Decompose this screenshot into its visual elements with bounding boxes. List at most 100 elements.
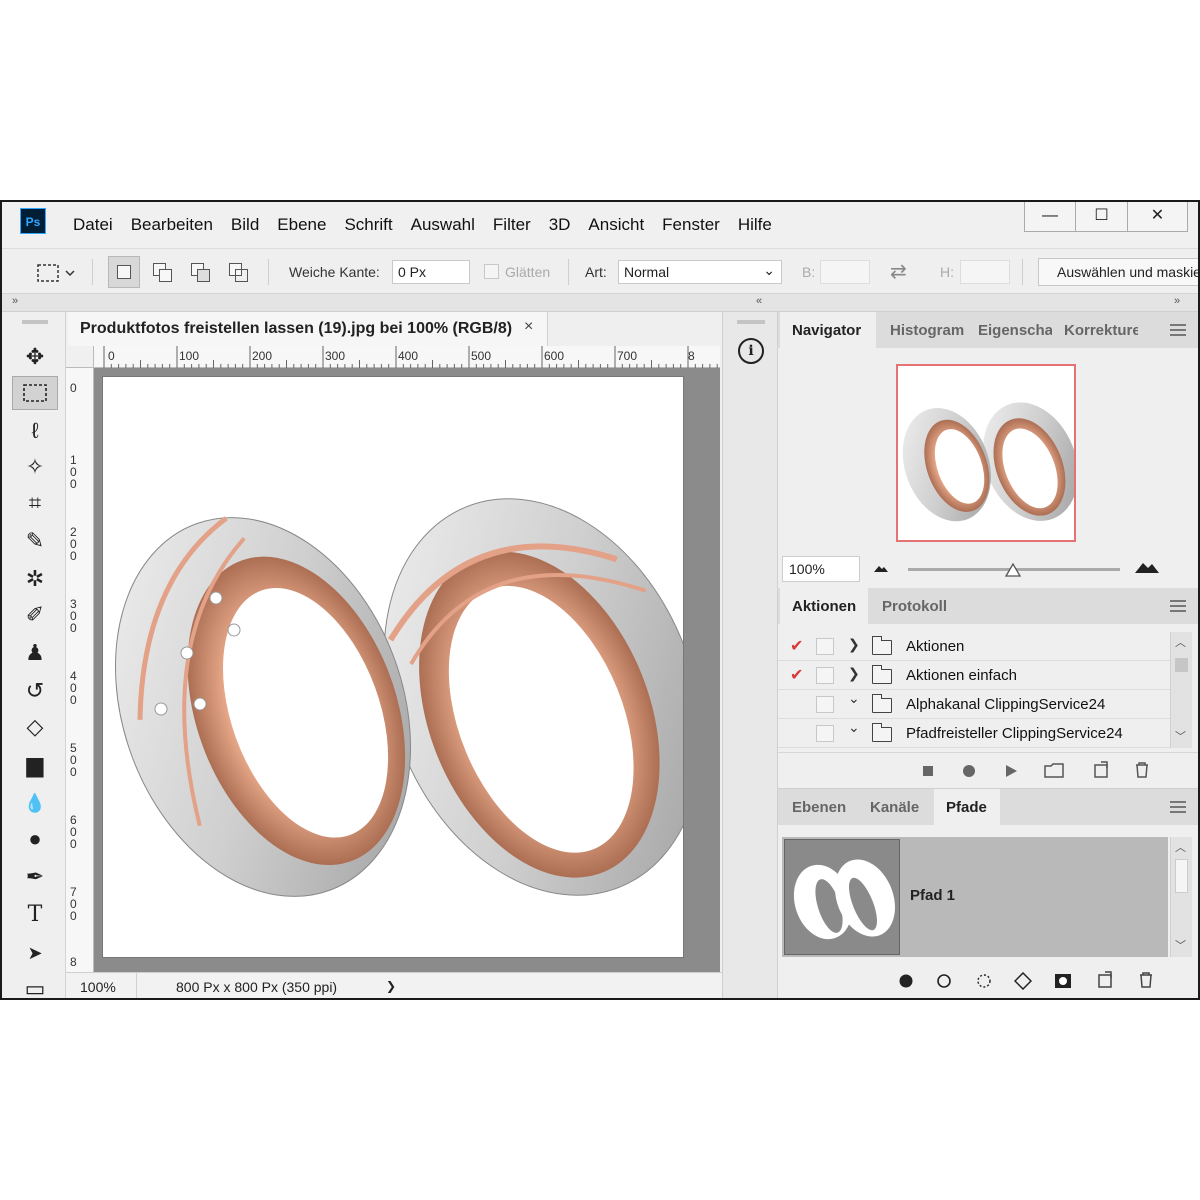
zoom-level[interactable]: 100% — [80, 979, 116, 995]
magic-wand-tool-icon[interactable]: ✧ — [12, 450, 58, 484]
stop-icon[interactable] — [922, 765, 934, 777]
info-icon[interactable]: i — [738, 338, 764, 364]
select-and-mask-button[interactable]: Auswählen und maskieren... — [1038, 258, 1198, 286]
marquee-preset-picker[interactable] — [32, 256, 75, 288]
menu-3d[interactable]: 3D — [540, 214, 580, 236]
zoom-in-mountain-icon[interactable] — [1134, 559, 1160, 575]
chevron-down-icon[interactable]: ⌄ — [848, 719, 860, 736]
dialog-toggle[interactable] — [816, 667, 834, 684]
add-selection-button[interactable] — [146, 256, 178, 288]
action-set-row[interactable]: ✔ ❯ Aktionen einfach — [778, 661, 1170, 690]
brush-tool-icon[interactable]: ✐ — [12, 598, 58, 632]
tab-actions[interactable]: Aktionen — [780, 588, 868, 624]
menu-ebene[interactable]: Ebene — [268, 214, 335, 236]
close-tab-icon[interactable]: × — [524, 318, 533, 336]
expand-panels-icon[interactable]: » — [1174, 295, 1180, 307]
check-icon[interactable]: ✔ — [790, 636, 803, 656]
history-brush-tool-icon[interactable]: ↺ — [12, 674, 58, 708]
tab-properties[interactable]: Eigenschaf — [966, 312, 1052, 348]
blur-tool-icon[interactable]: 💧 — [12, 786, 58, 820]
tab-adjustments[interactable]: Korrekture — [1052, 312, 1138, 348]
panel-menu-icon[interactable] — [1170, 324, 1186, 336]
feather-input[interactable]: 0 Px — [392, 260, 470, 284]
zoom-slider-thumb[interactable] — [1004, 562, 1022, 578]
chevron-right-icon[interactable]: ❯ — [848, 665, 860, 682]
action-set-row[interactable]: ⌄ Alphakanal ClippingService24 — [778, 690, 1170, 719]
status-menu-icon[interactable]: ❯ — [386, 979, 396, 993]
navigator-preview[interactable] — [896, 364, 1076, 542]
ruler-vertical[interactable]: 0 1 0 0 2 0 0 3 0 0 4 0 0 5 0 0 6 0 0 7 … — [66, 368, 94, 972]
menu-datei[interactable]: Datei — [64, 214, 122, 236]
menu-hilfe[interactable]: Hilfe — [729, 214, 781, 236]
image-canvas[interactable] — [102, 376, 684, 958]
move-tool-icon[interactable]: ✥ — [12, 340, 58, 374]
action-set-row[interactable]: ✔ ❯ Aktionen — [778, 632, 1170, 661]
menu-auswahl[interactable]: Auswahl — [402, 214, 484, 236]
fill-path-icon[interactable] — [898, 973, 914, 989]
scroll-down-icon[interactable]: ﹀ — [1175, 937, 1186, 953]
new-path-icon[interactable] — [1096, 971, 1114, 989]
new-selection-button[interactable] — [108, 256, 140, 288]
path-selection-tool-icon[interactable]: ➤ — [12, 936, 58, 970]
rectangle-tool-icon[interactable]: ▭ — [12, 972, 58, 998]
style-select[interactable]: Normal ⌄ — [618, 260, 782, 284]
document-tab[interactable]: Produktfotos freistellen lassen (19).jpg… — [68, 312, 548, 346]
dodge-tool-icon[interactable]: ● — [12, 822, 58, 856]
check-icon[interactable]: ✔ — [790, 665, 803, 685]
tab-paths[interactable]: Pfade — [934, 789, 1000, 825]
menu-bild[interactable]: Bild — [222, 214, 268, 236]
eyedropper-tool-icon[interactable]: ✎ — [12, 524, 58, 558]
tab-histogram[interactable]: Histogram — [878, 312, 966, 348]
healing-brush-tool-icon[interactable]: ✲ — [12, 562, 58, 596]
subtract-selection-button[interactable] — [184, 256, 216, 288]
path-name[interactable]: Pfad 1 — [910, 887, 955, 904]
pen-tool-icon[interactable]: ✒ — [12, 860, 58, 894]
zoom-out-mountain-icon[interactable] — [872, 562, 890, 574]
lasso-tool-icon[interactable]: ℓ — [12, 414, 58, 448]
action-set-row[interactable]: ⌄ Pfadfreisteller ClippingService24 — [778, 719, 1170, 748]
stroke-path-icon[interactable] — [936, 973, 952, 989]
column-grip[interactable] — [737, 320, 765, 324]
tab-history[interactable]: Protokoll — [870, 588, 960, 624]
close-window-button[interactable]: ✕ — [1128, 202, 1188, 232]
new-action-icon[interactable] — [1092, 761, 1110, 779]
actions-scrollbar[interactable]: ︿ ﹀ — [1170, 632, 1192, 748]
dialog-toggle[interactable] — [816, 696, 834, 713]
chevron-right-icon[interactable]: ❯ — [848, 636, 860, 653]
height-input[interactable] — [960, 260, 1010, 284]
toolbar-grip[interactable] — [22, 320, 48, 324]
minimize-button[interactable]: — — [1024, 202, 1076, 232]
eraser-tool-icon[interactable]: ◇ — [12, 710, 58, 744]
new-set-folder-icon[interactable] — [1044, 762, 1064, 778]
scroll-up-icon[interactable]: ︿ — [1175, 839, 1186, 855]
scroll-thumb[interactable] — [1175, 658, 1188, 672]
record-icon[interactable] — [962, 764, 976, 778]
width-input[interactable] — [820, 260, 870, 284]
menu-ansicht[interactable]: Ansicht — [579, 214, 653, 236]
load-as-selection-icon[interactable] — [976, 973, 992, 989]
stamp-tool-icon[interactable]: ♟ — [12, 636, 58, 670]
menu-schrift[interactable]: Schrift — [335, 214, 401, 236]
swap-dimensions-icon[interactable]: ⇄ — [890, 259, 907, 284]
tab-channels[interactable]: Kanäle — [858, 789, 932, 825]
menu-fenster[interactable]: Fenster — [653, 214, 729, 236]
tab-layers[interactable]: Ebenen — [780, 789, 856, 825]
gradient-tool-icon[interactable]: ▆ — [12, 748, 58, 782]
scroll-down-icon[interactable]: ﹀ — [1175, 728, 1186, 744]
intersect-selection-button[interactable] — [222, 256, 254, 288]
crop-tool-icon[interactable]: ⌗ — [12, 486, 58, 520]
type-tool-icon[interactable]: T — [12, 898, 58, 932]
panel-menu-icon[interactable] — [1170, 801, 1186, 813]
navigator-zoom-input[interactable]: 100% — [782, 556, 860, 582]
delete-path-icon[interactable] — [1138, 971, 1154, 989]
menu-bearbeiten[interactable]: Bearbeiten — [122, 214, 222, 236]
scroll-up-icon[interactable]: ︿ — [1175, 634, 1186, 650]
ruler-origin[interactable] — [66, 346, 94, 368]
collapse-panels-icon[interactable]: « — [756, 295, 762, 307]
menu-filter[interactable]: Filter — [484, 214, 540, 236]
scroll-thumb[interactable] — [1175, 859, 1188, 893]
marquee-tool-icon[interactable] — [12, 376, 58, 410]
add-mask-icon[interactable] — [1054, 973, 1072, 989]
panel-menu-icon[interactable] — [1170, 600, 1186, 612]
expand-tools-icon[interactable]: » — [12, 295, 18, 307]
